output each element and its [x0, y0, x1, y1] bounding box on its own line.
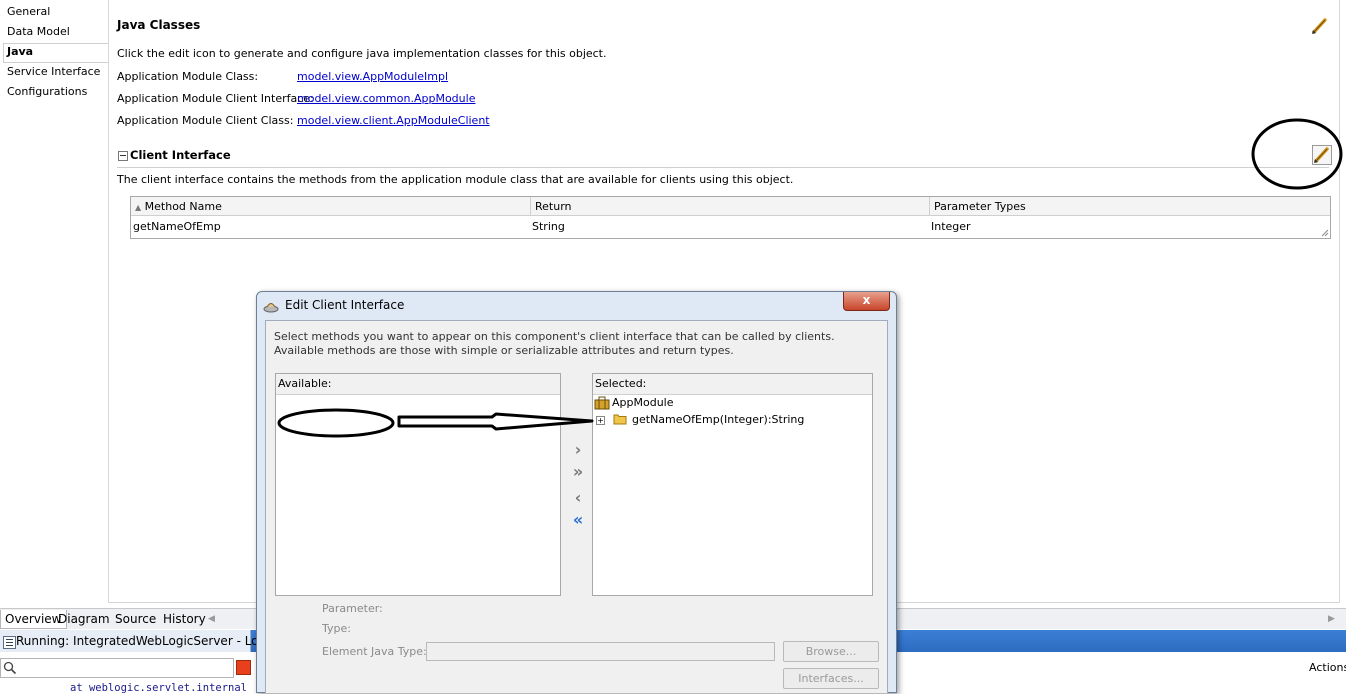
log-line: at weblogic.servlet.internal: [70, 682, 248, 694]
nav-item-service-interface[interactable]: Service Interface: [7, 63, 100, 81]
element-java-type-label: Element Java Type:: [322, 645, 427, 658]
sort-asc-icon: ▲: [135, 203, 142, 212]
dialog-body: Select methods you want to appear on thi…: [265, 320, 888, 693]
selected-header: Selected:: [593, 374, 872, 395]
scroll-left-icon[interactable]: ◀: [208, 614, 215, 624]
parameter-label: Parameter:: [322, 602, 383, 615]
nav-item-java[interactable]: Java: [7, 43, 33, 61]
collapse-icon[interactable]: [118, 151, 128, 161]
search-icon: [3, 661, 17, 675]
app-module-class-link[interactable]: model.view.AppModuleImpl: [297, 70, 448, 83]
client-class-link[interactable]: model.view.client.AppModuleClient: [297, 114, 490, 127]
dialog-app-icon: [263, 303, 279, 313]
move-left-icon[interactable]: ‹: [568, 488, 588, 508]
col-header-method-name[interactable]: ▲ Method Name: [131, 197, 531, 216]
java-classes-edit-button[interactable]: [1310, 16, 1330, 36]
log-title: Running: IntegratedWebLogicServer - Log: [16, 634, 267, 648]
resize-grip-icon[interactable]: [1321, 229, 1329, 237]
dialog-close-button[interactable]: x: [843, 292, 890, 311]
browse-button[interactable]: Browse...: [783, 641, 879, 662]
tab-history[interactable]: History: [159, 610, 210, 628]
type-label: Type:: [322, 622, 351, 635]
client-interface-link[interactable]: model.view.common.AppModule: [297, 92, 475, 105]
move-all-left-icon[interactable]: «: [568, 510, 588, 530]
scroll-right-icon[interactable]: ▶: [1328, 614, 1335, 624]
client-interface-description: The client interface contains the method…: [117, 173, 794, 186]
cell-parameter-types[interactable]: Integer: [929, 217, 971, 236]
col-header-parameter-types[interactable]: Parameter Types: [930, 197, 1330, 216]
cell-return[interactable]: String: [530, 217, 565, 236]
methods-table: ▲ Method Name Return Parameter Types get…: [130, 196, 1331, 239]
log-search-input[interactable]: [0, 658, 234, 678]
tree-node-method[interactable]: getNameOfEmp(Integer):String: [632, 413, 804, 426]
col-header-return[interactable]: Return: [531, 197, 930, 216]
cell-method-name[interactable]: getNameOfEmp: [131, 217, 221, 236]
interfaces-button[interactable]: Interfaces...: [783, 668, 879, 689]
tab-source[interactable]: Source: [111, 610, 160, 628]
tree-root-appmodule[interactable]: AppModule: [612, 396, 674, 409]
move-all-right-icon[interactable]: »: [568, 462, 588, 482]
pencil-icon: [1312, 18, 1327, 34]
section-divider: [117, 167, 1329, 168]
dialog-instructions: Select methods you want to appear on thi…: [274, 330, 835, 357]
annotation-ellipse: [1251, 118, 1343, 190]
java-classes-description: Click the edit icon to generate and conf…: [117, 47, 607, 60]
selected-tree[interactable]: Selected: AppModule + getNameOfEmp(Integ…: [592, 373, 873, 596]
java-classes-title: Java Classes: [117, 18, 201, 32]
folder-icon: [613, 414, 627, 425]
nav-item-data-model[interactable]: Data Model: [7, 23, 70, 41]
log-actions-button[interactable]: Actions: [1309, 661, 1346, 674]
app-module-class-label: Application Module Class:: [117, 70, 259, 83]
stop-icon[interactable]: [236, 660, 251, 675]
tab-diagram[interactable]: Diagram: [54, 610, 114, 628]
left-navigation: General Data Model Java Service Interfac…: [0, 0, 109, 603]
client-class-label: Application Module Client Class:: [117, 114, 294, 127]
edit-client-interface-dialog: Edit Client Interface x Select methods y…: [256, 291, 897, 693]
available-header: Available:: [276, 374, 560, 395]
close-icon: x: [862, 293, 871, 307]
log-icon: [3, 636, 16, 649]
client-interface-label: Application Module Client Interface:: [117, 92, 314, 105]
nav-item-general[interactable]: General: [7, 3, 50, 21]
client-interface-title: Client Interface: [130, 148, 231, 162]
nav-item-configurations[interactable]: Configurations: [7, 83, 87, 101]
annotation-arrow: [277, 408, 594, 438]
dialog-title: Edit Client Interface: [285, 298, 405, 312]
element-java-type-field[interactable]: [426, 642, 775, 661]
